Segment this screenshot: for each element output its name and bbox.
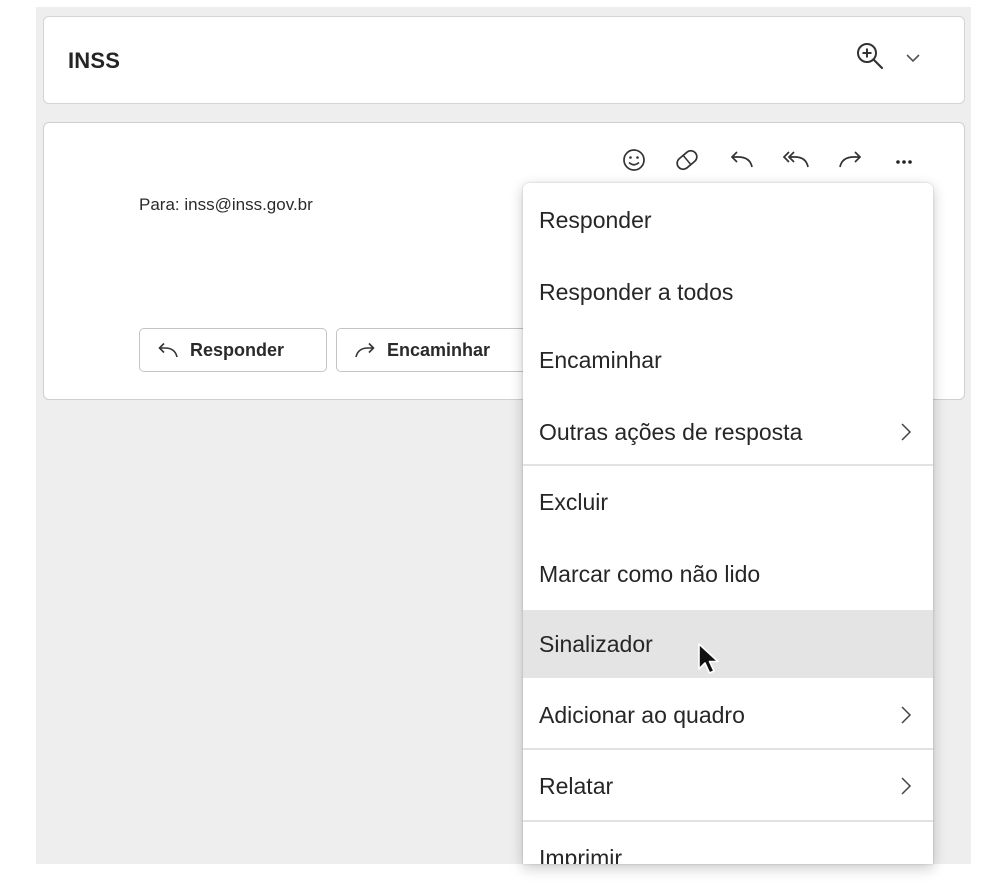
sticker-icon[interactable]: [667, 141, 707, 181]
menu-item-label: Imprimir: [539, 844, 623, 865]
menu-divider: [523, 820, 933, 822]
reply-icon[interactable]: [722, 141, 762, 181]
menu-item-other-reply-actions[interactable]: Outras ações de resposta: [523, 398, 933, 466]
menu-item-delete[interactable]: Excluir: [523, 468, 933, 536]
reply-button-label: Responder: [190, 339, 285, 360]
more-icon[interactable]: [884, 141, 924, 181]
menu-divider: [523, 748, 933, 750]
forward-icon[interactable]: [830, 141, 870, 181]
menu-item-label: Outras ações de resposta: [539, 418, 803, 445]
menu-item-add-to-board[interactable]: Adicionar ao quadro: [523, 681, 933, 749]
forward-button[interactable]: Encaminhar: [336, 328, 536, 372]
menu-divider: [523, 464, 933, 466]
menu-item-flag[interactable]: Sinalizador: [523, 610, 933, 678]
menu-item-report[interactable]: Relatar: [523, 752, 933, 820]
more-actions-menu: Responder Responder a todos Encaminhar O…: [523, 183, 933, 864]
chevron-right-icon: [901, 706, 912, 724]
subject-title: INSS: [68, 48, 121, 73]
subject-header: INSS: [43, 16, 965, 104]
menu-item-mark-unread[interactable]: Marcar como não lido: [523, 540, 933, 608]
menu-item-label: Responder a todos: [539, 278, 734, 305]
chevron-right-icon: [901, 423, 912, 441]
menu-item-label: Responder: [539, 206, 652, 233]
menu-item-label: Marcar como não lido: [539, 560, 761, 587]
menu-item-print[interactable]: Imprimir: [523, 824, 933, 865]
reply-icon: [158, 342, 178, 358]
menu-item-reply[interactable]: Responder: [523, 186, 933, 254]
message-toolbar: [614, 141, 934, 181]
recipient-line: Para: inss@inss.gov.br: [139, 195, 313, 214]
menu-item-label: Adicionar ao quadro: [539, 701, 745, 728]
chevron-right-icon: [901, 777, 912, 795]
forward-icon: [355, 342, 375, 358]
reply-button[interactable]: Responder: [139, 328, 327, 372]
reply-all-icon[interactable]: [776, 141, 816, 181]
zoom-in-icon[interactable]: [853, 39, 889, 75]
emoji-icon[interactable]: [614, 141, 654, 181]
menu-item-label: Excluir: [539, 488, 609, 515]
menu-item-label: Encaminhar: [539, 346, 662, 373]
mouse-pointer-icon: [697, 642, 723, 680]
menu-item-label: Sinalizador: [539, 630, 653, 657]
forward-button-label: Encaminhar: [387, 339, 491, 360]
menu-item-forward[interactable]: Encaminhar: [523, 326, 933, 394]
menu-item-label: Relatar: [539, 772, 614, 799]
menu-item-reply-all[interactable]: Responder a todos: [523, 258, 933, 326]
chevron-down-icon[interactable]: [904, 51, 922, 65]
